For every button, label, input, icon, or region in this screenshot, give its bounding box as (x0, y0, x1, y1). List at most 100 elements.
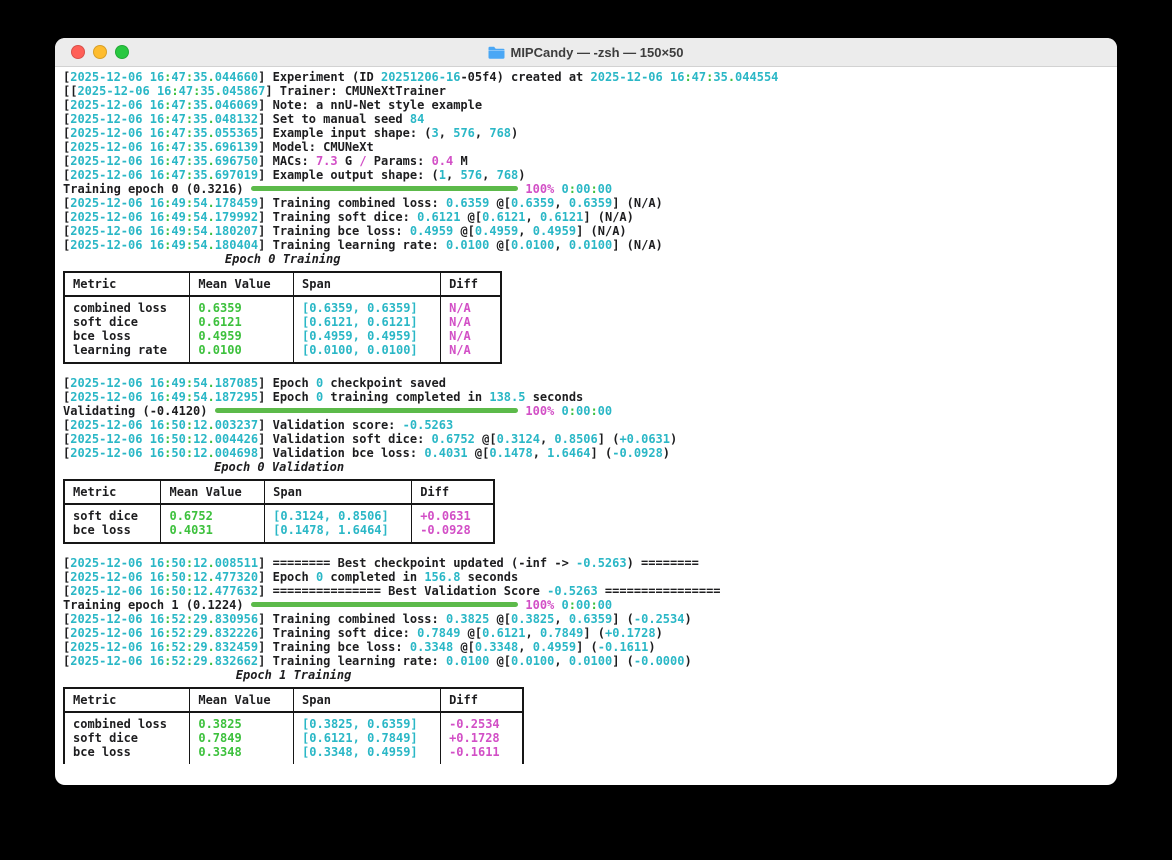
table-row: soft dice0.6121[0.6121, 0.6121]N/A (64, 315, 501, 329)
table-cell: 0.3825 (190, 712, 294, 731)
log-line: [2025-12-06 16:49:54.179992] Training so… (63, 210, 1109, 224)
table-cell: N/A (441, 315, 502, 329)
progress-line: Training epoch 1 (0.1224) 100% 0:00:00 (63, 598, 1109, 612)
table-header-cell: Span (294, 272, 441, 296)
metrics-table-block: Epoch 0 Training MetricMean ValueSpanDiff… (63, 252, 502, 364)
terminal-output[interactable]: [2025-12-06 16:47:35.044660] Experiment … (55, 67, 1117, 785)
log-line: [2025-12-06 16:52:29.830956] Training co… (63, 612, 1109, 626)
traffic-lights (71, 38, 129, 66)
progress-bar (251, 186, 518, 191)
table-row: combined loss0.6359[0.6359, 0.6359]N/A (64, 296, 501, 315)
log-line: [2025-12-06 16:50:12.004698] Validation … (63, 446, 1109, 460)
table-header-cell: Diff (441, 272, 502, 296)
log-line: [2025-12-06 16:47:35.696139] Model: CMUN… (63, 140, 1109, 154)
table-row: bce loss0.3348[0.3348, 0.4959]-0.1611 (64, 745, 523, 764)
table-caption: Epoch 0 Training (63, 252, 502, 266)
window-title: MIPCandy — -zsh — 150×50 (488, 45, 683, 60)
table-header-cell: Span (294, 688, 441, 712)
table-cell: N/A (441, 296, 502, 315)
log-line: [2025-12-06 16:49:54.187295] Epoch 0 tra… (63, 390, 1109, 404)
table-cell: 0.6359 (190, 296, 294, 315)
progress-line: Validating (-0.4120) 100% 0:00:00 (63, 404, 1109, 418)
table-cell: 0.7849 (190, 731, 294, 745)
log-line: [2025-12-06 16:52:29.832226] Training so… (63, 626, 1109, 640)
progress-bar (215, 408, 518, 413)
table-row: soft dice0.7849[0.6121, 0.7849]+0.1728 (64, 731, 523, 745)
log-line: [2025-12-06 16:52:29.832459] Training bc… (63, 640, 1109, 654)
log-line: [2025-12-06 16:52:29.832662] Training le… (63, 654, 1109, 668)
metrics-table-block: Epoch 1 Training MetricMean ValueSpanDiff… (63, 668, 524, 764)
table-cell: 0.3348 (190, 745, 294, 764)
table-row: soft dice0.6752[0.3124, 0.8506]+0.0631 (64, 504, 494, 523)
table-cell: bce loss (64, 329, 190, 343)
table-cell: soft dice (64, 504, 161, 523)
progress-line: Training epoch 0 (0.3216) 100% 0:00:00 (63, 182, 1109, 196)
table-cell: 0.6121 (190, 315, 294, 329)
table-cell: -0.0928 (412, 523, 495, 543)
log-line: [2025-12-06 16:50:12.003237] Validation … (63, 418, 1109, 432)
table-row: combined loss0.3825[0.3825, 0.6359]-0.25… (64, 712, 523, 731)
log-line: [2025-12-06 16:50:12.477320] Epoch 0 com… (63, 570, 1109, 584)
table-cell: [0.1478, 1.6464] (265, 523, 412, 543)
zoom-button[interactable] (115, 45, 129, 59)
table-cell: +0.1728 (441, 731, 524, 745)
table-cell: N/A (441, 343, 502, 363)
table-cell: [0.3825, 0.6359] (294, 712, 441, 731)
table-cell: N/A (441, 329, 502, 343)
metrics-table: MetricMean ValueSpanDiffcombined loss0.6… (63, 271, 502, 364)
log-line: [2025-12-06 16:49:54.180207] Training bc… (63, 224, 1109, 238)
table-cell: [0.3124, 0.8506] (265, 504, 412, 523)
table-row: bce loss0.4031[0.1478, 1.6464]-0.0928 (64, 523, 494, 543)
table-cell: -0.1611 (441, 745, 524, 764)
log-line: [2025-12-06 16:49:54.187085] Epoch 0 che… (63, 376, 1109, 390)
metrics-table-block: Epoch 0 Validation MetricMean ValueSpanDi… (63, 460, 495, 544)
table-cell: bce loss (64, 523, 161, 543)
folder-icon (488, 46, 505, 59)
log-line: [2025-12-06 16:47:35.055365] Example inp… (63, 126, 1109, 140)
table-header-cell: Metric (64, 272, 190, 296)
table-header-cell: Metric (64, 688, 190, 712)
metrics-table: MetricMean ValueSpanDiffsoft dice0.6752[… (63, 479, 495, 544)
log-line: [2025-12-06 16:47:35.044660] Experiment … (63, 70, 1109, 84)
titlebar[interactable]: MIPCandy — -zsh — 150×50 (55, 38, 1117, 67)
table-cell: combined loss (64, 712, 190, 731)
table-cell: [0.6359, 0.6359] (294, 296, 441, 315)
table-header-cell: Metric (64, 480, 161, 504)
log-line: [2025-12-06 16:47:35.048132] Set to manu… (63, 112, 1109, 126)
log-line: [2025-12-06 16:47:35.697019] Example out… (63, 168, 1109, 182)
table-cell: soft dice (64, 315, 190, 329)
log-line: [2025-12-06 16:49:54.178459] Training co… (63, 196, 1109, 210)
log-line: [2025-12-06 16:50:12.477632] ===========… (63, 584, 1109, 598)
log-line: [[2025-12-06 16:47:35.045867] Trainer: C… (63, 84, 1109, 98)
table-caption: Epoch 1 Training (63, 668, 524, 682)
table-cell: learning rate (64, 343, 190, 363)
table-cell: [0.0100, 0.0100] (294, 343, 441, 363)
log-line: [2025-12-06 16:50:12.008511] ======== Be… (63, 556, 1109, 570)
table-header-cell: Span (265, 480, 412, 504)
log-line: [2025-12-06 16:50:12.004426] Validation … (63, 432, 1109, 446)
log-line: [2025-12-06 16:49:54.180404] Training le… (63, 238, 1109, 252)
table-header-cell: Mean Value (190, 272, 294, 296)
table-header-cell: Mean Value (161, 480, 265, 504)
table-cell: -0.2534 (441, 712, 524, 731)
table-cell: 0.0100 (190, 343, 294, 363)
table-header-cell: Diff (412, 480, 495, 504)
terminal-window: MIPCandy — -zsh — 150×50 [2025-12-06 16:… (55, 38, 1117, 785)
metrics-table: MetricMean ValueSpanDiffcombined loss0.3… (63, 687, 524, 764)
table-header-cell: Diff (441, 688, 524, 712)
table-cell: [0.3348, 0.4959] (294, 745, 441, 764)
table-cell: 0.4031 (161, 523, 265, 543)
table-row: bce loss0.4959[0.4959, 0.4959]N/A (64, 329, 501, 343)
table-cell: combined loss (64, 296, 190, 315)
table-header-cell: Mean Value (190, 688, 294, 712)
table-cell: 0.4959 (190, 329, 294, 343)
table-cell: 0.6752 (161, 504, 265, 523)
close-button[interactable] (71, 45, 85, 59)
table-cell: [0.6121, 0.7849] (294, 731, 441, 745)
table-caption: Epoch 0 Validation (63, 460, 495, 474)
minimize-button[interactable] (93, 45, 107, 59)
table-cell: [0.4959, 0.4959] (294, 329, 441, 343)
progress-bar (251, 602, 518, 607)
table-cell: [0.6121, 0.6121] (294, 315, 441, 329)
log-line: [2025-12-06 16:47:35.696750] MACs: 7.3 G… (63, 154, 1109, 168)
